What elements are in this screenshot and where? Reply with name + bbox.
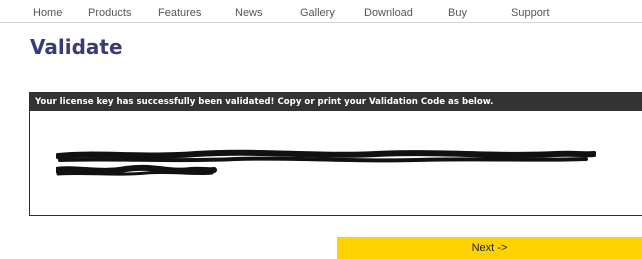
validation-result-panel: Your license key has successfully been v… <box>29 92 642 216</box>
page-title: Validate <box>30 35 123 59</box>
nav-item-download[interactable]: Download <box>364 7 413 19</box>
nav-item-home[interactable]: Home <box>33 7 62 19</box>
validate-page: Home Products Features News Gallery Down… <box>0 0 642 259</box>
next-button[interactable]: Next -> <box>337 237 642 259</box>
nav-item-buy[interactable]: Buy <box>448 7 467 19</box>
top-navigation: Home Products Features News Gallery Down… <box>0 0 642 23</box>
nav-item-features[interactable]: Features <box>158 7 201 19</box>
nav-item-products[interactable]: Products <box>88 7 131 19</box>
nav-item-support[interactable]: Support <box>511 7 550 19</box>
nav-item-news[interactable]: News <box>235 7 263 19</box>
validation-success-message: Your license key has successfully been v… <box>30 93 642 111</box>
nav-item-gallery[interactable]: Gallery <box>300 7 335 19</box>
redacted-validation-code <box>56 148 596 184</box>
redaction-scribble-graphic <box>56 149 596 176</box>
